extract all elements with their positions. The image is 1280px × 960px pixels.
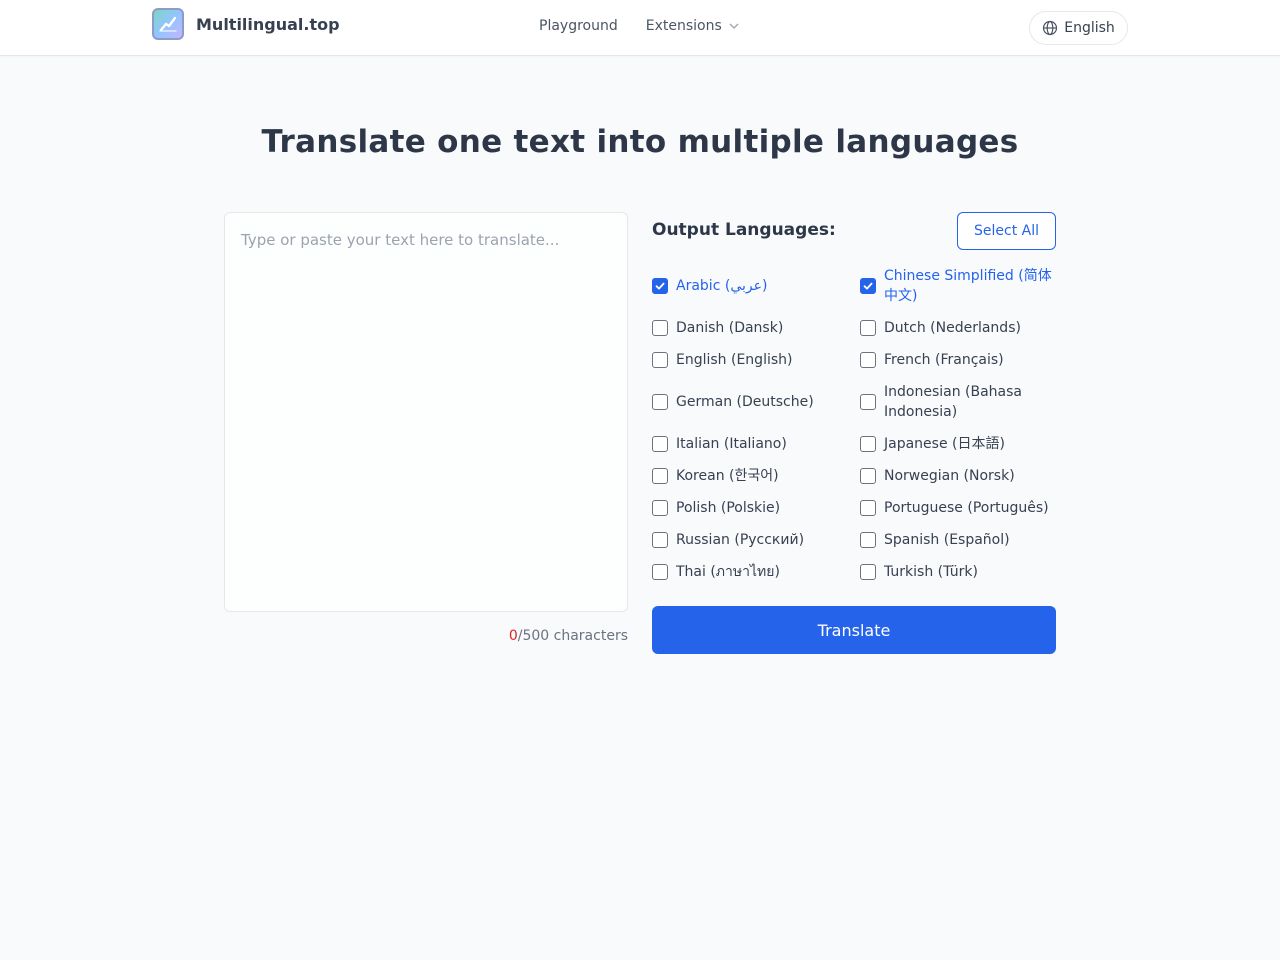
character-count-suffix: /500 characters bbox=[517, 628, 628, 644]
checkbox-checked[interactable] bbox=[860, 278, 876, 294]
language-option[interactable]: Dutch (Nederlands) bbox=[860, 318, 1056, 338]
language-option[interactable]: Danish (Dansk) bbox=[652, 318, 852, 338]
language-option-label: Turkish (Türk) bbox=[884, 564, 978, 580]
translate-button[interactable]: Translate bbox=[652, 606, 1056, 654]
language-switch-button[interactable]: English bbox=[1029, 11, 1128, 45]
checkmark-icon bbox=[655, 282, 665, 290]
language-option-label: French (Français) bbox=[884, 352, 1004, 368]
main-nav: Playground Extensions bbox=[539, 18, 740, 34]
language-option-label: Dutch (Nederlands) bbox=[884, 320, 1021, 336]
chevron-down-icon bbox=[729, 23, 739, 29]
language-option[interactable]: Spanish (Español) bbox=[860, 530, 1056, 550]
checkbox-unchecked[interactable] bbox=[860, 352, 876, 368]
checkbox-unchecked[interactable] bbox=[860, 468, 876, 484]
language-option-label: Portuguese (Português) bbox=[884, 500, 1049, 516]
language-option[interactable]: Norwegian (Norsk) bbox=[860, 466, 1056, 486]
language-option-label: English (English) bbox=[676, 352, 793, 368]
source-text-input[interactable] bbox=[224, 212, 628, 612]
checkbox-checked[interactable] bbox=[652, 278, 668, 294]
checkbox-unchecked[interactable] bbox=[652, 468, 668, 484]
brand-link[interactable]: Multilingual.top bbox=[152, 8, 340, 40]
nav-playground-label: Playground bbox=[539, 18, 618, 34]
language-option[interactable]: German (Deutsche) bbox=[652, 382, 852, 422]
language-option[interactable]: Polish (Polskie) bbox=[652, 498, 852, 518]
checkbox-unchecked[interactable] bbox=[652, 436, 668, 452]
language-option-label: Norwegian (Norsk) bbox=[884, 468, 1015, 484]
checkbox-unchecked[interactable] bbox=[652, 564, 668, 580]
language-option-label: Spanish (Español) bbox=[884, 532, 1010, 548]
language-option[interactable]: Korean (한국어) bbox=[652, 466, 852, 486]
checkbox-unchecked[interactable] bbox=[652, 500, 668, 516]
language-option-label: Indonesian (Bahasa Indonesia) bbox=[884, 384, 1022, 420]
language-option-label: Chinese Simplified (简体中文) bbox=[884, 268, 1052, 304]
language-option[interactable]: Arabic (عربي) bbox=[652, 266, 852, 306]
checkbox-unchecked[interactable] bbox=[652, 352, 668, 368]
globe-icon bbox=[1043, 20, 1058, 36]
language-option[interactable]: Russian (Русский) bbox=[652, 530, 852, 550]
language-option-label: Japanese (日本語) bbox=[884, 436, 1005, 452]
language-option-label: Korean (한국어) bbox=[676, 468, 779, 484]
language-option-label: Arabic (عربي) bbox=[676, 278, 768, 294]
checkbox-unchecked[interactable] bbox=[652, 320, 668, 336]
language-option-label: Polish (Polskie) bbox=[676, 500, 781, 516]
nav-extensions-label: Extensions bbox=[645, 18, 722, 34]
top-nav-bar: Multilingual.top Playground Extensions E… bbox=[0, 0, 1280, 56]
checkbox-unchecked[interactable] bbox=[860, 500, 876, 516]
language-option[interactable]: Indonesian (Bahasa Indonesia) bbox=[860, 382, 1056, 422]
character-count-value: 0 bbox=[508, 628, 518, 644]
checkbox-unchecked[interactable] bbox=[860, 532, 876, 548]
page-title: Translate one text into multiple languag… bbox=[261, 124, 1019, 160]
chart-up-icon bbox=[152, 8, 184, 40]
language-option[interactable]: Japanese (日本語) bbox=[860, 434, 1056, 454]
language-option-label: Danish (Dansk) bbox=[676, 320, 784, 336]
brand-name: Multilingual.top bbox=[196, 14, 340, 34]
checkbox-unchecked[interactable] bbox=[860, 564, 876, 580]
language-option[interactable]: French (Français) bbox=[860, 350, 1056, 370]
language-option[interactable]: Turkish (Türk) bbox=[860, 562, 1056, 582]
language-option-label: Russian (Русский) bbox=[676, 532, 805, 548]
checkbox-unchecked[interactable] bbox=[652, 532, 668, 548]
checkmark-icon bbox=[863, 282, 873, 290]
language-option[interactable]: Portuguese (Português) bbox=[860, 498, 1056, 518]
language-option-label: German (Deutsche) bbox=[676, 394, 814, 410]
language-option[interactable]: Italian (Italiano) bbox=[652, 434, 852, 454]
checkbox-unchecked[interactable] bbox=[860, 320, 876, 336]
output-languages-title: Output Languages: bbox=[652, 220, 836, 240]
language-switch-label: English bbox=[1064, 20, 1115, 36]
language-option[interactable]: English (English) bbox=[652, 350, 852, 370]
select-all-button[interactable]: Select All bbox=[957, 212, 1056, 250]
checkbox-unchecked[interactable] bbox=[860, 436, 876, 452]
language-option-label: Italian (Italiano) bbox=[676, 436, 787, 452]
checkbox-unchecked[interactable] bbox=[652, 394, 668, 410]
language-option-label: Thai (ภาษาไทย) bbox=[676, 564, 780, 580]
nav-extensions-dropdown[interactable]: Extensions bbox=[646, 18, 740, 34]
language-option[interactable]: Thai (ภาษาไทย) bbox=[652, 562, 852, 582]
language-option[interactable]: Chinese Simplified (简体中文) bbox=[860, 266, 1056, 306]
checkbox-unchecked[interactable] bbox=[860, 394, 876, 410]
character-counter: 0/500 characters bbox=[224, 628, 628, 644]
nav-playground[interactable]: Playground bbox=[539, 18, 618, 34]
